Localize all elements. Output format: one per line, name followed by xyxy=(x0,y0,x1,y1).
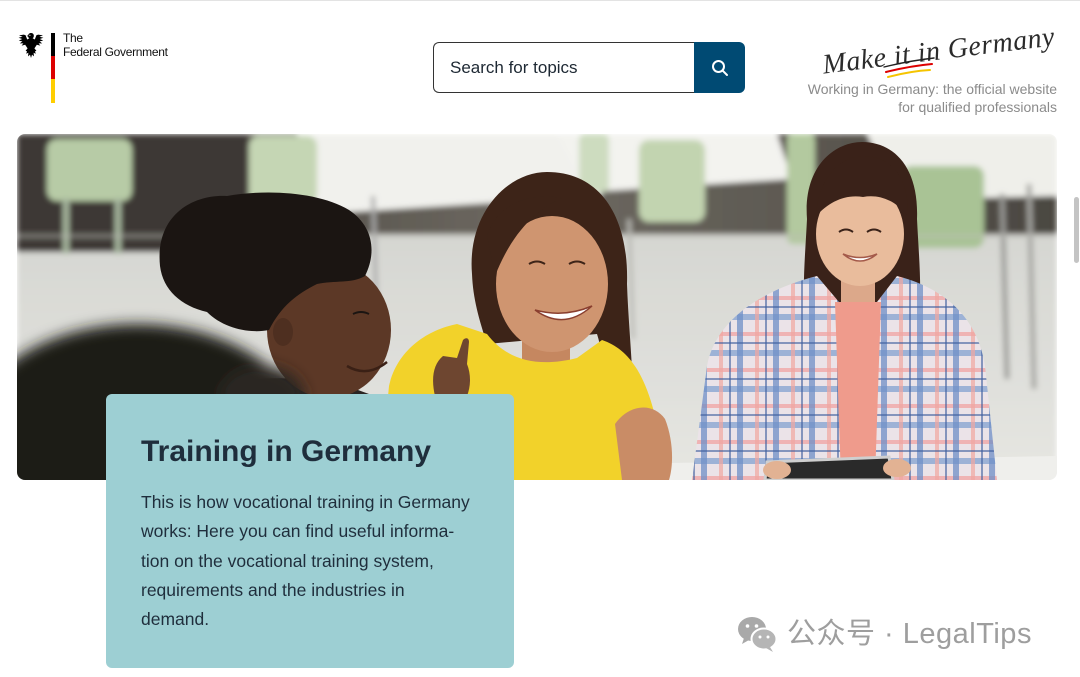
search-button[interactable] xyxy=(694,42,745,93)
flag-stripe-gold xyxy=(51,79,55,103)
federal-eagle-icon-shape xyxy=(18,33,44,58)
search-input[interactable] xyxy=(433,42,694,93)
flag-bar xyxy=(51,33,55,103)
government-label: The Federal Government xyxy=(63,31,168,59)
hero-background-shape xyxy=(115,198,121,254)
person-right-shape xyxy=(763,461,791,479)
watermark-text: 公众号 · LegalTips xyxy=(787,618,1032,650)
eagle-eye xyxy=(29,34,31,36)
search-icon-handle xyxy=(721,69,728,76)
wechat-icon-eye xyxy=(758,635,762,639)
person-left-shape xyxy=(273,318,293,346)
card-description-line: tion on the vocational training system, xyxy=(141,550,434,571)
wechat-icon-bubble-front xyxy=(750,627,778,651)
make-it-in-germany-logo[interactable]: Make it in Germany xyxy=(816,13,1060,83)
wechat-icon-eye xyxy=(745,624,750,628)
federal-government-logo[interactable]: The Federal Government xyxy=(16,29,168,107)
wechat-icon xyxy=(738,617,778,652)
scrollbar-thumb[interactable] xyxy=(1074,197,1079,263)
wechat-icon-eye xyxy=(754,624,759,628)
watermark: 公众号 · LegalTips xyxy=(736,613,1056,655)
federal-eagle-icon xyxy=(18,33,44,58)
wechat-icon-eye xyxy=(766,635,770,639)
hero-card: Training in Germany This is how vocation… xyxy=(106,394,514,668)
card-description: This is how vocational training in Germa… xyxy=(141,488,470,634)
person-right-shape xyxy=(883,459,911,477)
government-label-line1: The xyxy=(63,31,83,45)
scrollbar[interactable] xyxy=(1073,1,1080,677)
brand-logo-text: Make it in Germany xyxy=(820,21,1057,80)
card-description-line: requirements and the industries in xyxy=(141,579,405,600)
brand-tagline-line2: for qualified professionals xyxy=(898,99,1057,115)
brand-tagline-line1: Working in Germany: the official website xyxy=(807,81,1057,97)
card-description-line: demand. xyxy=(141,609,210,629)
brand-tagline: Working in Germany: the official website… xyxy=(808,80,1057,116)
card-description-line: This is how vocational training in Germa… xyxy=(141,492,470,512)
search-bar xyxy=(433,42,745,93)
card-description-line: works: Here you can find useful informa- xyxy=(141,521,455,542)
hero-background-shape xyxy=(639,140,705,222)
page: The Federal Government Make it in German… xyxy=(0,0,1080,677)
person-center-shape xyxy=(615,407,673,480)
card-title: Training in Germany xyxy=(141,435,432,468)
flag-stripe-red xyxy=(51,56,55,79)
hero-background-shape xyxy=(47,139,132,201)
person-right-shape xyxy=(835,302,881,480)
flag-stripe-black xyxy=(51,33,55,56)
search-icon xyxy=(711,59,728,76)
hero-background-shape xyxy=(63,198,69,254)
government-label-line2: Federal Government xyxy=(63,45,168,59)
